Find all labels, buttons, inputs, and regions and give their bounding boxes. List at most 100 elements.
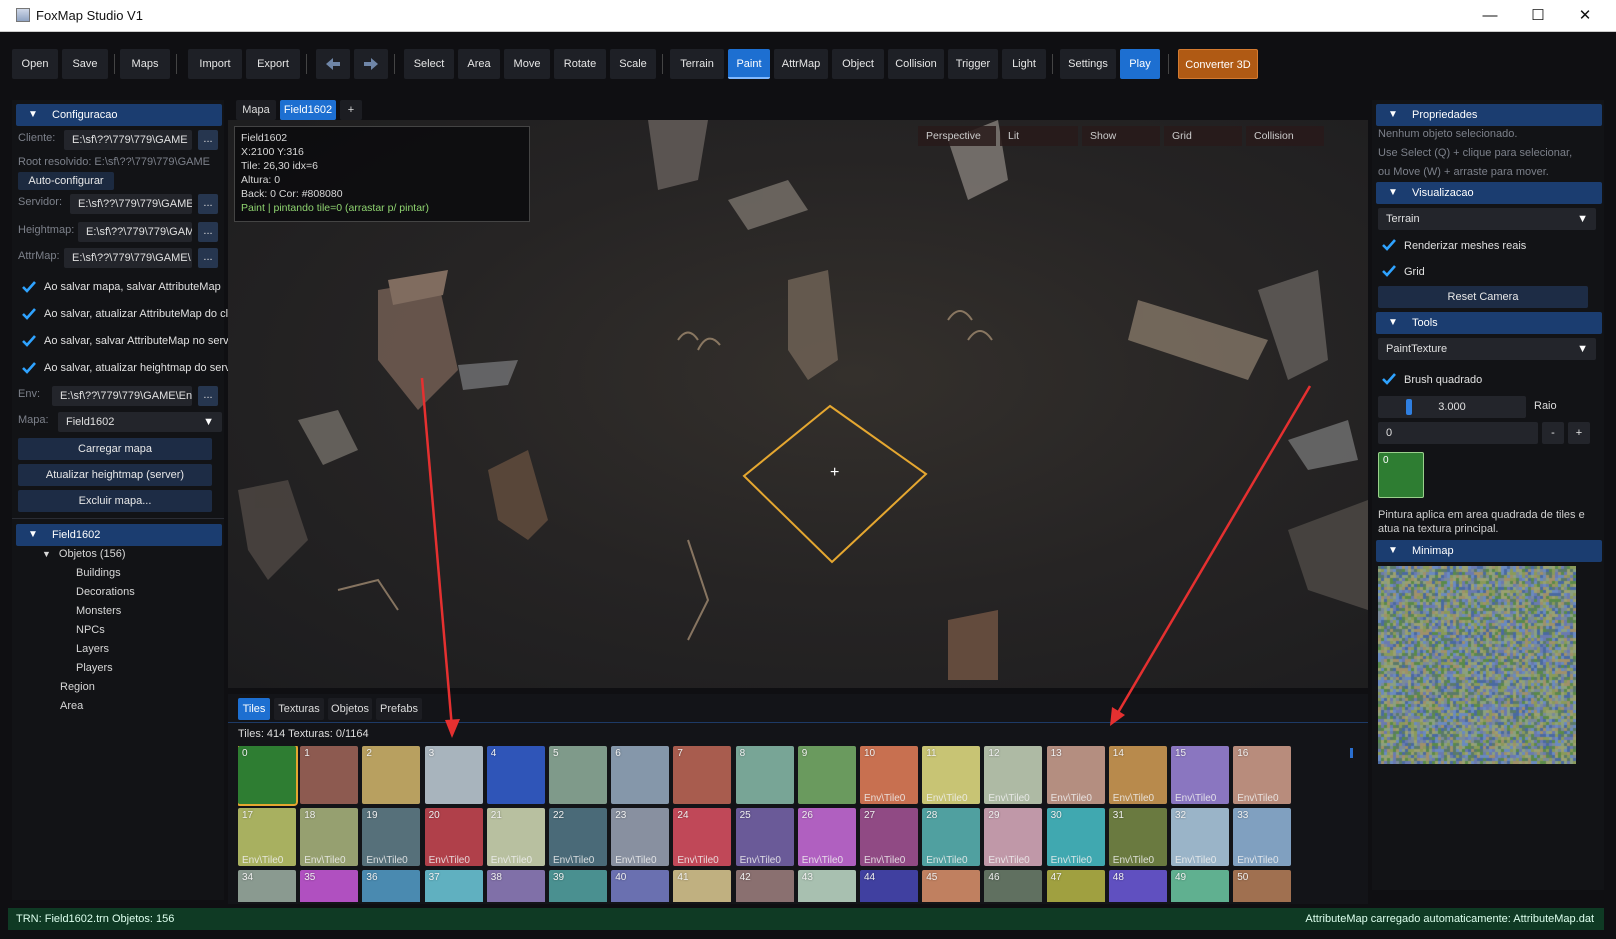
tile-swatch[interactable]: 31 Env\Tile0 (1108, 808, 1167, 866)
tile-swatch[interactable]: 40Env\Tile0 (611, 870, 670, 902)
play-button[interactable]: Play (1120, 49, 1160, 79)
minimap[interactable] (1378, 566, 1576, 764)
tab-field1602[interactable]: Field1602 (280, 100, 336, 120)
move-tool-button[interactable]: Move (504, 49, 550, 79)
tile-swatch[interactable]: 18 Env\Tile0 (300, 808, 359, 866)
tile-swatch[interactable]: 24 Env\Tile0 (673, 808, 732, 866)
cliente-browse-button[interactable]: ... (198, 130, 218, 150)
scrollbar-thumb[interactable] (1350, 748, 1353, 758)
tree-item-layers[interactable]: Layers (76, 643, 109, 655)
converter-3d-button[interactable]: Converter 3D (1178, 49, 1258, 79)
tile-swatch[interactable]: 36Env\Tile0 (362, 870, 421, 902)
tile-swatch[interactable]: 41Env\Tile0 (673, 870, 732, 902)
export-button[interactable]: Export (246, 49, 300, 79)
tile-swatch[interactable]: 11 Env\Tile0 (922, 746, 981, 804)
minimize-button[interactable]: — (1470, 4, 1510, 28)
excluir-mapa-button[interactable]: Excluir mapa... (18, 490, 212, 512)
tile-swatch[interactable]: 29 Env\Tile0 (984, 808, 1043, 866)
tile-swatch[interactable]: 32 Env\Tile0 (1171, 808, 1229, 866)
tile-swatch[interactable]: 12 Env\Tile0 (984, 746, 1043, 804)
tile-swatch[interactable]: 13 Env\Tile0 (1046, 746, 1105, 804)
tile-swatch[interactable]: 9 (797, 746, 856, 804)
carregar-mapa-button[interactable]: Carregar mapa (18, 438, 212, 460)
arrow-right-icon[interactable] (354, 49, 388, 79)
map-viewport[interactable]: + Field1602 X:2100 Y:316 Tile: 26,30 idx… (228, 120, 1368, 688)
minimap-section-header[interactable]: ▼ Minimap (1376, 540, 1602, 562)
object-mode-button[interactable]: Object (832, 49, 884, 79)
tab-prefabs[interactable]: Prefabs (376, 698, 422, 720)
tool-mode-select[interactable]: PaintTexture ▼ (1378, 338, 1596, 360)
attrmap-mode-button[interactable]: AttrMap (774, 49, 828, 79)
tree-item-monsters[interactable]: Monsters (76, 605, 121, 617)
cliente-path-field[interactable]: E:\sf\??\779\779\GAME (64, 130, 192, 150)
servidor-path-field[interactable]: E:\sf\??\779\779\GAME (70, 194, 192, 214)
env-path-field[interactable]: E:\sf\??\779\779\GAME\Env (52, 386, 192, 406)
attrmap-path-field[interactable]: E:\sf\??\779\779\GAME\ (64, 248, 192, 268)
show-toggle[interactable]: Show (1082, 126, 1160, 146)
tree-item-players[interactable]: Players (76, 662, 113, 674)
tile-swatch[interactable]: 49Env\Tile0 (1171, 870, 1229, 902)
tile-swatch[interactable]: 0 (238, 746, 298, 806)
tile-swatch[interactable]: 22 Env\Tile0 (549, 808, 607, 866)
brush-quadrado-checkbox[interactable] (1380, 370, 1398, 388)
tile-swatch[interactable]: 46Env\Tile0 (984, 870, 1043, 902)
terrain-mode-button[interactable]: Terrain (670, 49, 724, 79)
maps-button[interactable]: Maps (120, 49, 170, 79)
tile-swatch[interactable]: 30 Env\Tile0 (1046, 808, 1105, 866)
save-attributemap-server-checkbox[interactable] (20, 332, 38, 350)
config-section-header[interactable]: ▼ Configuracao (16, 104, 222, 126)
tile-swatch[interactable]: 27 Env\Tile0 (860, 808, 918, 866)
tile-index-decrement[interactable]: - (1542, 422, 1564, 444)
update-heightmap-server-checkbox[interactable] (20, 359, 38, 377)
save-button[interactable]: Save (62, 49, 108, 79)
tab-texturas[interactable]: Texturas (274, 698, 324, 720)
tile-swatch[interactable]: 20 Env\Tile0 (424, 808, 483, 866)
tile-swatch[interactable]: 48Env\Tile0 (1108, 870, 1167, 902)
atualizar-heightmap-button[interactable]: Atualizar heightmap (server) (18, 464, 212, 486)
tile-swatch[interactable]: 7 (673, 746, 732, 804)
rotate-tool-button[interactable]: Rotate (554, 49, 606, 79)
select-tool-button[interactable]: Select (404, 49, 454, 79)
tile-index-input[interactable]: 0 (1378, 422, 1538, 444)
tree-item-decorations[interactable]: Decorations (76, 586, 135, 598)
heightmap-path-field[interactable]: E:\sf\??\779\779\GAM (78, 222, 192, 242)
collision-toggle[interactable]: Collision (1246, 126, 1324, 146)
tile-swatch[interactable]: 1 (300, 746, 359, 804)
propriedades-section-header[interactable]: ▼ Propriedades (1376, 104, 1602, 126)
raio-slider-thumb[interactable] (1406, 399, 1413, 415)
tile-swatch[interactable]: 4 (486, 746, 545, 804)
maximize-button[interactable]: ☐ (1518, 4, 1558, 28)
tree-item-buildings[interactable]: Buildings (76, 567, 121, 579)
perspective-toggle[interactable]: Perspective (918, 126, 996, 146)
tile-swatch[interactable]: 5 (549, 746, 607, 804)
visualizacao-mode-select[interactable]: Terrain ▼ (1378, 208, 1596, 230)
tile-swatch[interactable]: 23 Env\Tile0 (611, 808, 670, 866)
tree-item-area[interactable]: Area (60, 700, 83, 712)
open-button[interactable]: Open (12, 49, 58, 79)
tab-mapa[interactable]: Mapa (236, 100, 276, 120)
reset-camera-button[interactable]: Reset Camera (1378, 286, 1588, 308)
tools-section-header[interactable]: ▼ Tools (1376, 312, 1602, 334)
tile-swatch[interactable]: 37Env\Tile0 (424, 870, 483, 902)
trigger-mode-button[interactable]: Trigger (948, 49, 998, 79)
env-browse-button[interactable]: ... (198, 386, 218, 406)
visualizacao-section-header[interactable]: ▼ Visualizacao (1376, 182, 1602, 204)
tile-swatch[interactable]: 44Env\Tile0 (860, 870, 918, 902)
tab-tiles[interactable]: Tiles (238, 698, 270, 720)
tree-item-npcs[interactable]: NPCs (76, 624, 105, 636)
attrmap-browse-button[interactable]: ... (198, 248, 218, 268)
tile-swatch[interactable]: 6 (611, 746, 670, 804)
tile-swatch[interactable]: 28 Env\Tile0 (922, 808, 981, 866)
tile-index-increment[interactable]: + (1568, 422, 1590, 444)
grid-checkbox[interactable] (1380, 262, 1398, 280)
tile-swatch[interactable]: 25 Env\Tile0 (735, 808, 794, 866)
heightmap-browse-button[interactable]: ... (198, 222, 218, 242)
tree-item-region[interactable]: Region (60, 681, 95, 693)
tab-objetos[interactable]: Objetos (328, 698, 372, 720)
tile-swatch[interactable]: 17 Env\Tile0 (238, 808, 296, 866)
raio-slider[interactable]: 3.000 (1378, 396, 1526, 418)
tile-swatch[interactable]: 35Env\Tile0 (300, 870, 359, 902)
light-mode-button[interactable]: Light (1002, 49, 1046, 79)
grid-toggle[interactable]: Grid (1164, 126, 1242, 146)
tile-swatch[interactable]: 47Env\Tile0 (1046, 870, 1105, 902)
